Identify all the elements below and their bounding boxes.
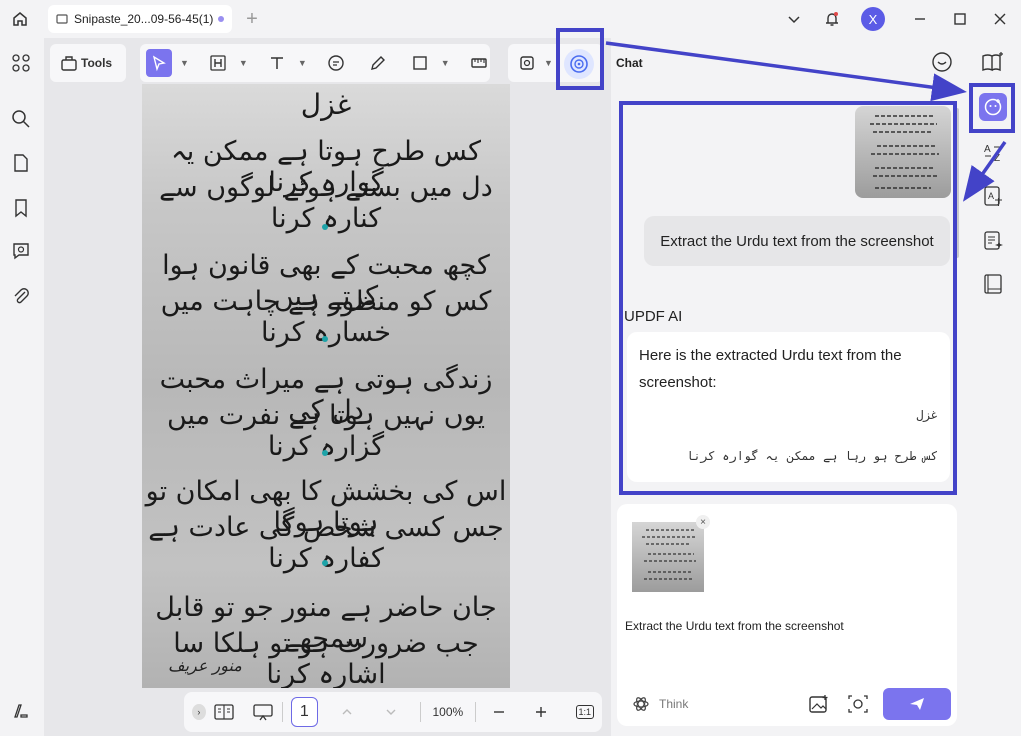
think-label: Think (659, 697, 689, 711)
signature: منور عریف (168, 656, 242, 675)
think-toggle[interactable]: Think (633, 696, 688, 712)
rectangle-shape-icon (413, 56, 427, 70)
thumbnails-grid-icon[interactable] (8, 50, 34, 76)
ai-summary-icon[interactable] (979, 226, 1007, 254)
zoom-out-icon[interactable] (492, 705, 506, 719)
svg-text:A: A (984, 144, 991, 155)
shape-caret-icon[interactable]: ▼ (441, 58, 450, 68)
next-page-icon[interactable] (384, 705, 398, 719)
divider (281, 702, 283, 722)
tools-group: Tools (50, 44, 126, 82)
maximize-icon[interactable] (946, 5, 974, 33)
text-tool-button[interactable] (264, 49, 290, 77)
layers-icon[interactable] (8, 698, 34, 724)
avatar[interactable]: X (861, 7, 885, 31)
cursor-arrow-icon (152, 55, 166, 72)
chat-input-text[interactable]: Extract the Urdu text from the screensho… (625, 619, 844, 633)
measure-tool-button[interactable] (466, 49, 492, 77)
send-arrow-icon (910, 698, 924, 710)
tools-label: Tools (81, 56, 113, 70)
tab-title: Snipaste_20...09-56-45(1) (74, 12, 214, 26)
left-sidebar (0, 38, 44, 736)
chat-highlight-box (619, 101, 957, 495)
remove-attachment-icon[interactable]: × (696, 515, 710, 529)
bookmark-icon[interactable] (8, 195, 34, 221)
actual-size-button[interactable]: 1:1 (575, 705, 595, 719)
notification-bell-icon[interactable] (818, 5, 846, 33)
toolbox-icon (61, 56, 77, 71)
book-sparkle-icon[interactable] (979, 48, 1007, 76)
new-tab-plus-icon[interactable]: + (238, 5, 266, 33)
reader-book-icon[interactable] (979, 270, 1007, 298)
ai-assistant-icon (570, 55, 588, 73)
ocr-button[interactable] (514, 49, 540, 77)
translate-az-icon[interactable]: AZ (979, 138, 1007, 166)
search-icon[interactable] (8, 106, 34, 132)
separator-dot (322, 560, 328, 566)
previous-page-icon[interactable] (340, 705, 354, 719)
attachment-icon[interactable] (8, 283, 34, 309)
separator-dot (322, 450, 328, 456)
pages-icon[interactable] (8, 150, 34, 176)
svg-text:A: A (988, 191, 994, 201)
right-sidebar: AZ A (968, 38, 1021, 736)
select-tool-caret-icon[interactable]: ▼ (180, 58, 189, 68)
page-layout-icon[interactable] (214, 703, 234, 721)
comment-tool-button[interactable] (323, 49, 349, 77)
tools-button[interactable]: Tools (56, 49, 116, 77)
tab-file-icon (56, 13, 68, 25)
separator-dot (322, 336, 328, 342)
ocr-caret-icon[interactable]: ▼ (544, 58, 553, 68)
ruler-icon (470, 58, 487, 68)
separator-dot (322, 224, 328, 230)
highlight-caret-icon[interactable]: ▼ (239, 58, 248, 68)
unsaved-dot-icon (218, 16, 224, 22)
page-navigation-bar: › 1 100% 1:1 (184, 692, 602, 732)
pencil-tool-button[interactable] (365, 49, 391, 77)
screenshot-camera-icon[interactable] (847, 693, 869, 715)
send-button[interactable] (883, 688, 951, 720)
document-tab[interactable]: Snipaste_20...09-56-45(1) (48, 5, 232, 33)
image-upload-icon[interactable] (808, 693, 830, 715)
ocr-scan-icon (520, 56, 534, 70)
ai-assistant-button[interactable] (564, 49, 594, 79)
handwriting-lines (642, 529, 696, 580)
comment-search-icon[interactable] (8, 238, 34, 264)
annotation-toolbar: ▼ ▼ ▼ ▼ (140, 44, 490, 82)
close-icon[interactable] (986, 5, 1014, 33)
collapse-arrow-icon[interactable]: › (192, 704, 206, 720)
document-page: غزل کس طرح ہوتا ہے ممکن یہ گوارہ کرنا دل… (142, 84, 510, 688)
highlight-tool-button[interactable] (205, 49, 231, 77)
pencil-icon (370, 56, 385, 70)
divider (474, 702, 476, 722)
think-atom-icon (633, 697, 649, 711)
text-caret-icon[interactable]: ▼ (298, 58, 307, 68)
divider (420, 702, 422, 722)
ai-chat-button[interactable] (979, 93, 1007, 121)
ai-chat-icon (984, 98, 1002, 116)
chat-title: Chat (616, 56, 643, 70)
chat-panel: Chat Extract the Urdu text from the scre… (611, 38, 968, 736)
svg-text:Z: Z (994, 153, 1000, 163)
document-area: Tools ▼ ▼ ▼ ▼ ▼ غزل کس طرح ہوتا ہے ممکن … (44, 28, 611, 736)
translate-document-icon[interactable]: A (979, 182, 1007, 210)
page-number-input[interactable]: 1 (290, 697, 319, 727)
shape-tool-button[interactable] (407, 49, 433, 77)
zoom-level[interactable]: 100% (429, 705, 467, 719)
chevron-down-icon[interactable] (780, 5, 808, 33)
comment-icon (328, 55, 344, 71)
title-bar: Snipaste_20...09-56-45(1) + X (0, 0, 1021, 38)
attached-image-thumbnail[interactable] (632, 522, 704, 592)
select-tool-button[interactable] (146, 49, 172, 77)
history-clock-icon[interactable] (931, 51, 953, 73)
text-t-icon (270, 57, 283, 69)
highlight-h-icon (210, 55, 226, 71)
minimize-icon[interactable] (906, 5, 934, 33)
home-icon[interactable] (6, 5, 34, 33)
poem-title: غزل (300, 88, 352, 121)
presentation-icon[interactable] (252, 703, 274, 721)
zoom-in-icon[interactable] (534, 705, 548, 719)
